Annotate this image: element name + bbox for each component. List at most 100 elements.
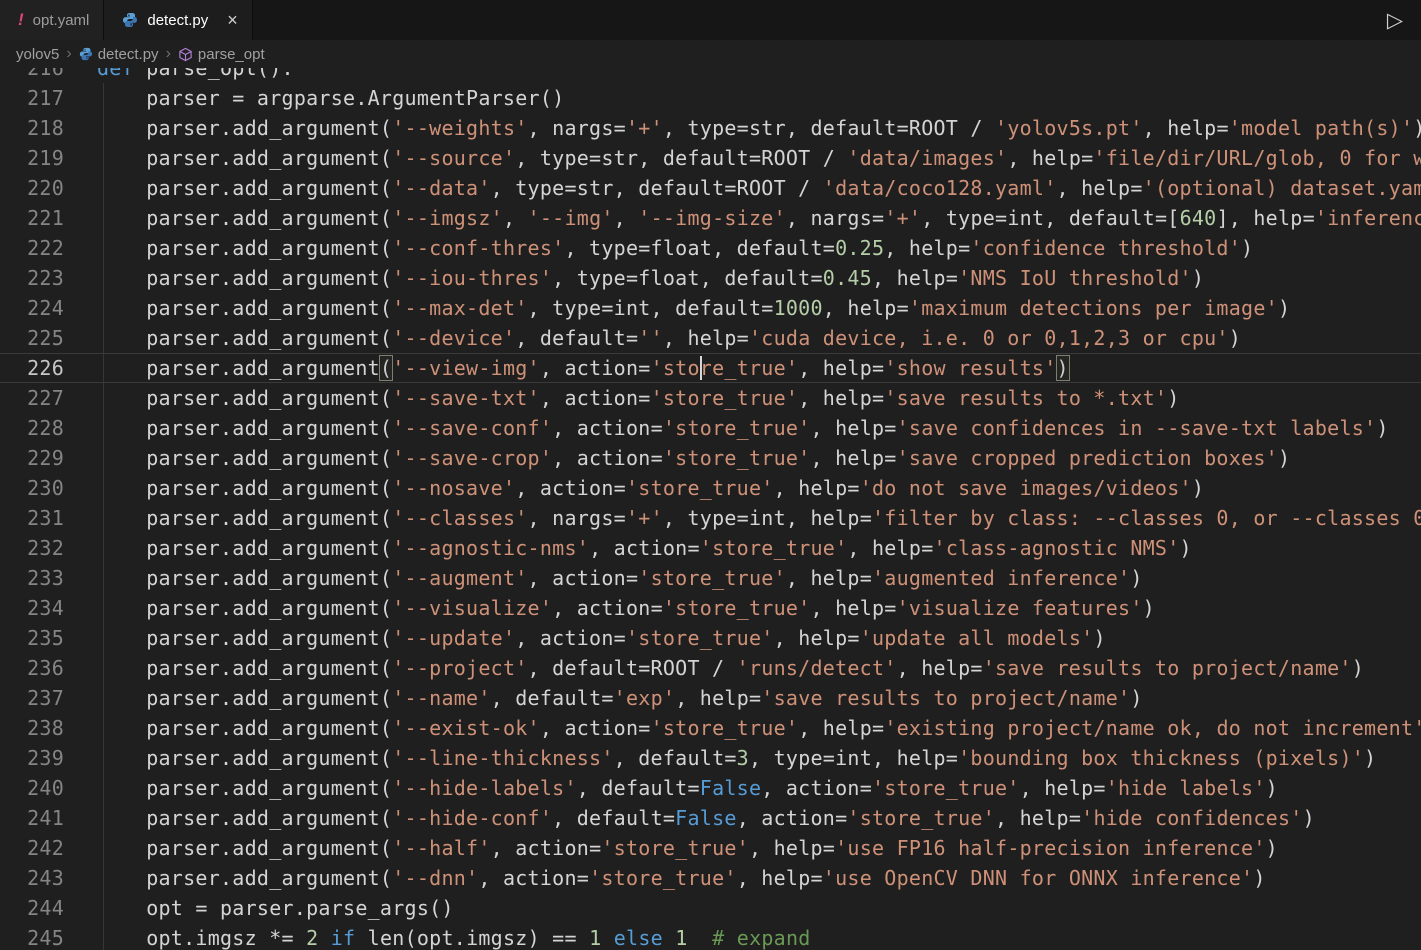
line-number[interactable]: 235 [0, 626, 64, 650]
code-text: parser.add_argument('--augment', action=… [64, 566, 1143, 590]
code-text: parser.add_argument('--visualize', actio… [64, 596, 1155, 620]
code-line[interactable]: 218 parser.add_argument('--weights', nar… [0, 113, 1421, 143]
close-tab-icon[interactable]: × [227, 11, 238, 29]
vscode-window: ! opt.yaml detect.py × ▷ yolov5 › [0, 0, 1421, 950]
breadcrumb-label: detect.py [98, 46, 159, 63]
line-number[interactable]: 222 [0, 236, 64, 260]
code-line[interactable]: 227 parser.add_argument('--save-txt', ac… [0, 383, 1421, 413]
breadcrumb-item-yolov5[interactable]: yolov5 [16, 46, 59, 63]
line-number[interactable]: 233 [0, 566, 64, 590]
tab-opt-yaml[interactable]: ! opt.yaml [0, 0, 104, 40]
code-line[interactable]: 241 parser.add_argument('--hide-conf', d… [0, 803, 1421, 833]
breadcrumb-item-detect-py[interactable]: detect.py [79, 46, 159, 63]
line-number[interactable]: 224 [0, 296, 64, 320]
line-number[interactable]: 234 [0, 596, 64, 620]
run-button[interactable]: ▷ [1369, 0, 1421, 40]
code-text: parser.add_argument('--imgsz', '--img', … [64, 206, 1421, 230]
line-number[interactable]: 238 [0, 716, 64, 740]
code-line[interactable]: 231 parser.add_argument('--classes', nar… [0, 503, 1421, 533]
code-line[interactable]: 236 parser.add_argument('--project', def… [0, 653, 1421, 683]
code-line[interactable]: 216def parse_opt(): [0, 68, 1421, 83]
code-line[interactable]: 223 parser.add_argument('--iou-thres', t… [0, 263, 1421, 293]
code-text: parser.add_argument('--line-thickness', … [64, 746, 1376, 770]
code-line[interactable]: 217 parser = argparse.ArgumentParser() [0, 83, 1421, 113]
breadcrumb-item-parse-opt[interactable]: parse_opt [178, 46, 265, 63]
line-number[interactable]: 229 [0, 446, 64, 470]
line-number[interactable]: 232 [0, 536, 64, 560]
line-number[interactable]: 243 [0, 866, 64, 890]
line-number[interactable]: 242 [0, 836, 64, 860]
code-line[interactable]: 224 parser.add_argument('--max-det', typ… [0, 293, 1421, 323]
line-number[interactable]: 218 [0, 116, 64, 140]
code-editor[interactable]: 216def parse_opt():217 parser = argparse… [0, 68, 1421, 950]
line-number[interactable]: 221 [0, 206, 64, 230]
play-icon: ▷ [1387, 8, 1403, 33]
line-number[interactable]: 219 [0, 146, 64, 170]
line-number[interactable]: 231 [0, 506, 64, 530]
code-line[interactable]: 242 parser.add_argument('--half', action… [0, 833, 1421, 863]
code-line[interactable]: 228 parser.add_argument('--save-conf', a… [0, 413, 1421, 443]
line-number[interactable]: 244 [0, 896, 64, 920]
line-number[interactable]: 220 [0, 176, 64, 200]
code-line[interactable]: 245 opt.imgsz *= 2 if len(opt.imgsz) == … [0, 923, 1421, 950]
line-number[interactable]: 226 [0, 356, 64, 380]
code-line[interactable]: 232 parser.add_argument('--agnostic-nms'… [0, 533, 1421, 563]
code-text: parser.add_argument('--data', type=str, … [64, 176, 1421, 200]
line-number[interactable]: 223 [0, 266, 64, 290]
symbol-cube-icon [178, 47, 193, 62]
code-line[interactable]: 237 parser.add_argument('--name', defaul… [0, 683, 1421, 713]
code-text: parser.add_argument('--view-img', action… [64, 356, 1069, 380]
code-line[interactable]: 233 parser.add_argument('--augment', act… [0, 563, 1421, 593]
line-number[interactable]: 237 [0, 686, 64, 710]
code-text: parser.add_argument('--exist-ok', action… [64, 716, 1421, 740]
tab-bar: ! opt.yaml detect.py × ▷ [0, 0, 1421, 40]
python-file-icon [122, 12, 138, 28]
code-line[interactable]: 230 parser.add_argument('--nosave', acti… [0, 473, 1421, 503]
text-cursor [700, 356, 702, 380]
code-text: parser = argparse.ArgumentParser() [64, 86, 564, 110]
yaml-file-icon: ! [18, 10, 24, 30]
line-number[interactable]: 228 [0, 416, 64, 440]
code-text: parser.add_argument('--iou-thres', type=… [64, 266, 1204, 290]
code-text: parser.add_argument('--hide-labels', def… [64, 776, 1278, 800]
code-line[interactable]: 226 parser.add_argument('--view-img', ac… [0, 353, 1421, 383]
code-line[interactable]: 238 parser.add_argument('--exist-ok', ac… [0, 713, 1421, 743]
code-line[interactable]: 244 opt = parser.parse_args() [0, 893, 1421, 923]
chevron-right-icon: › [66, 45, 71, 63]
code-text: parser.add_argument('--dnn', action='sto… [64, 866, 1266, 890]
tab-bar-spacer [253, 0, 1369, 40]
line-number[interactable]: 216 [0, 68, 64, 80]
code-text: def parse_opt(): [64, 68, 294, 80]
line-number[interactable]: 240 [0, 776, 64, 800]
code-line[interactable]: 243 parser.add_argument('--dnn', action=… [0, 863, 1421, 893]
code-line[interactable]: 234 parser.add_argument('--visualize', a… [0, 593, 1421, 623]
code-lines: 216def parse_opt():217 parser = argparse… [0, 68, 1421, 950]
code-text: parser.add_argument('--project', default… [64, 656, 1364, 680]
line-number[interactable]: 241 [0, 806, 64, 830]
line-number[interactable]: 227 [0, 386, 64, 410]
line-number[interactable]: 236 [0, 656, 64, 680]
code-text: parser.add_argument('--save-crop', actio… [64, 446, 1290, 470]
code-line[interactable]: 221 parser.add_argument('--imgsz', '--im… [0, 203, 1421, 233]
line-number[interactable]: 239 [0, 746, 64, 770]
code-text: parser.add_argument('--source', type=str… [64, 146, 1421, 170]
line-number[interactable]: 217 [0, 86, 64, 110]
code-line[interactable]: 222 parser.add_argument('--conf-thres', … [0, 233, 1421, 263]
breadcrumb-label: yolov5 [16, 46, 59, 63]
code-line[interactable]: 225 parser.add_argument('--device', defa… [0, 323, 1421, 353]
code-line[interactable]: 220 parser.add_argument('--data', type=s… [0, 173, 1421, 203]
code-line[interactable]: 229 parser.add_argument('--save-crop', a… [0, 443, 1421, 473]
tab-label: opt.yaml [33, 12, 90, 29]
code-text: opt = parser.parse_args() [64, 896, 454, 920]
code-line[interactable]: 219 parser.add_argument('--source', type… [0, 143, 1421, 173]
code-line[interactable]: 235 parser.add_argument('--update', acti… [0, 623, 1421, 653]
line-number[interactable]: 230 [0, 476, 64, 500]
code-line[interactable]: 239 parser.add_argument('--line-thicknes… [0, 743, 1421, 773]
code-text: opt.imgsz *= 2 if len(opt.imgsz) == 1 el… [64, 926, 811, 950]
code-line[interactable]: 240 parser.add_argument('--hide-labels',… [0, 773, 1421, 803]
tab-detect-py[interactable]: detect.py × [104, 0, 252, 40]
code-text: parser.add_argument('--max-det', type=in… [64, 296, 1290, 320]
chevron-right-icon: › [166, 45, 171, 63]
line-number[interactable]: 245 [0, 926, 64, 950]
line-number[interactable]: 225 [0, 326, 64, 350]
